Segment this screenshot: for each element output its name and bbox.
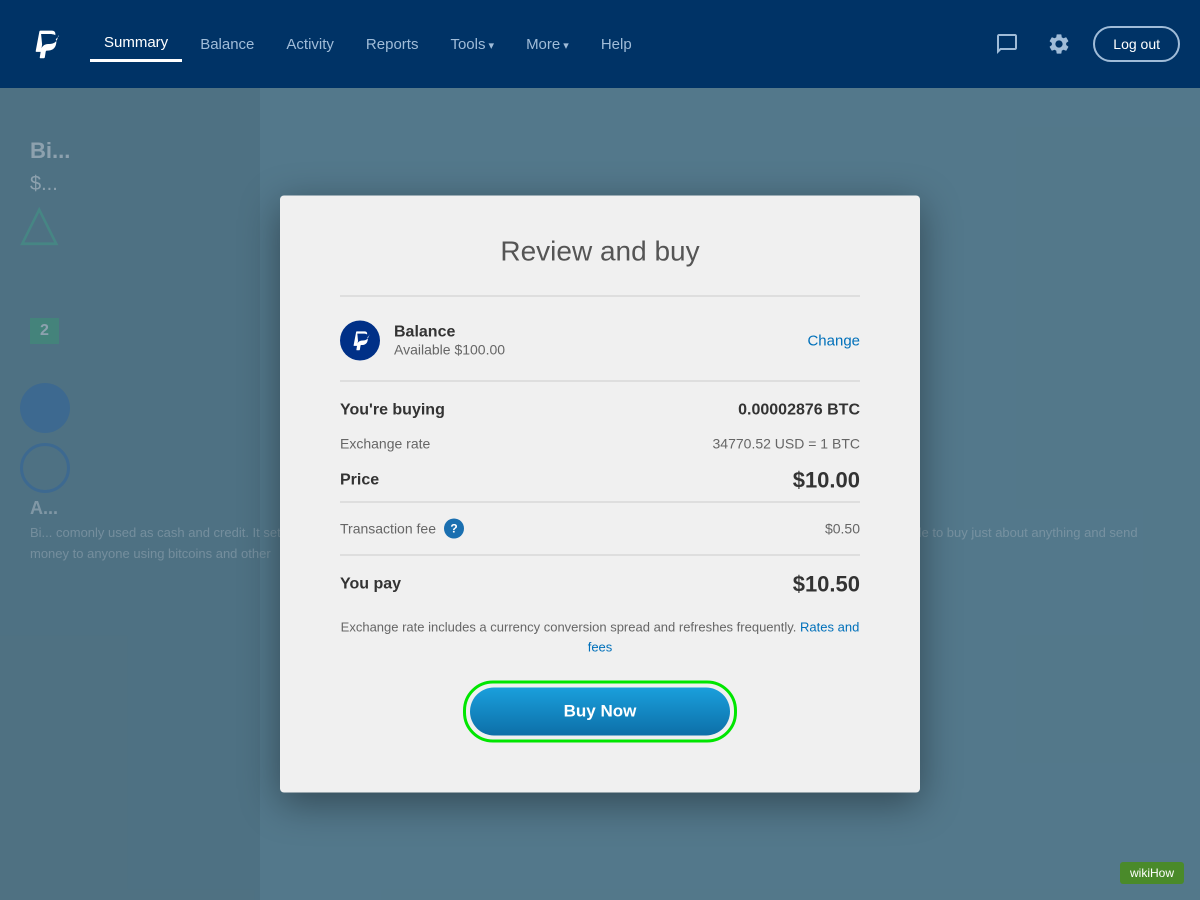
payment-info: Balance Available $100.00	[394, 324, 505, 358]
nav-summary[interactable]: Summary	[90, 26, 182, 62]
you-pay-row: You pay $10.50	[340, 572, 860, 598]
change-link[interactable]: Change	[807, 332, 860, 349]
payment-method-name: Balance	[394, 324, 505, 342]
payment-left: Balance Available $100.00	[340, 321, 505, 361]
youre-buying-row: You're buying 0.00002876 BTC	[340, 402, 860, 420]
wikihow-badge: wikiHow	[1120, 862, 1184, 884]
price-row: Price $10.00	[340, 468, 860, 494]
nav-help[interactable]: Help	[587, 28, 646, 61]
review-buy-modal: Review and buy Balance Available $100.00	[280, 196, 920, 793]
payment-method-row: Balance Available $100.00 Change	[340, 321, 860, 382]
nav-balance[interactable]: Balance	[186, 28, 268, 61]
exchange-rate-row: Exchange rate 34770.52 USD = 1 BTC	[340, 436, 860, 452]
settings-icon[interactable]	[1041, 26, 1077, 62]
price-label: Price	[340, 472, 379, 490]
nav-more[interactable]: More	[512, 28, 583, 61]
modal-divider	[340, 296, 860, 297]
payment-available: Available $100.00	[394, 342, 505, 358]
transaction-fee-row: Transaction fee ? $0.50	[340, 519, 860, 539]
price-value: $10.00	[793, 468, 860, 494]
transaction-fee-help-icon[interactable]: ?	[444, 519, 464, 539]
buy-now-outer-border: Buy Now	[463, 681, 737, 743]
background-content: Bi... $... △ 2 A... Bi... comonly used a…	[0, 88, 1200, 900]
fee-divider	[340, 555, 860, 556]
nav-tools[interactable]: Tools	[436, 28, 508, 61]
you-pay-label: You pay	[340, 576, 401, 594]
messages-icon[interactable]	[989, 26, 1025, 62]
logout-button[interactable]: Log out	[1093, 26, 1180, 62]
transaction-fee-value: $0.50	[825, 521, 860, 537]
nav-activity[interactable]: Activity	[272, 28, 348, 61]
buy-now-wrapper: Buy Now	[340, 681, 860, 743]
exchange-rate-label: Exchange rate	[340, 436, 430, 452]
paypal-small-logo	[340, 321, 380, 361]
nav-right: Log out	[989, 26, 1180, 62]
nav-reports[interactable]: Reports	[352, 28, 433, 61]
navbar: Summary Balance Activity Reports Tools M…	[0, 0, 1200, 88]
modal-title: Review and buy	[340, 236, 860, 268]
disclaimer: Exchange rate includes a currency conver…	[340, 618, 860, 657]
paypal-logo	[20, 19, 70, 69]
you-pay-value: $10.50	[793, 572, 860, 598]
youre-buying-value: 0.00002876 BTC	[738, 402, 860, 420]
buy-now-button[interactable]: Buy Now	[470, 688, 730, 736]
nav-links: Summary Balance Activity Reports Tools M…	[90, 26, 989, 62]
disclaimer-text: Exchange rate includes a currency conver…	[341, 620, 797, 635]
exchange-rate-value: 34770.52 USD = 1 BTC	[713, 436, 860, 452]
transaction-fee-left: Transaction fee ?	[340, 519, 464, 539]
youre-buying-label: You're buying	[340, 402, 445, 420]
price-divider	[340, 502, 860, 503]
transaction-fee-label: Transaction fee	[340, 521, 436, 537]
